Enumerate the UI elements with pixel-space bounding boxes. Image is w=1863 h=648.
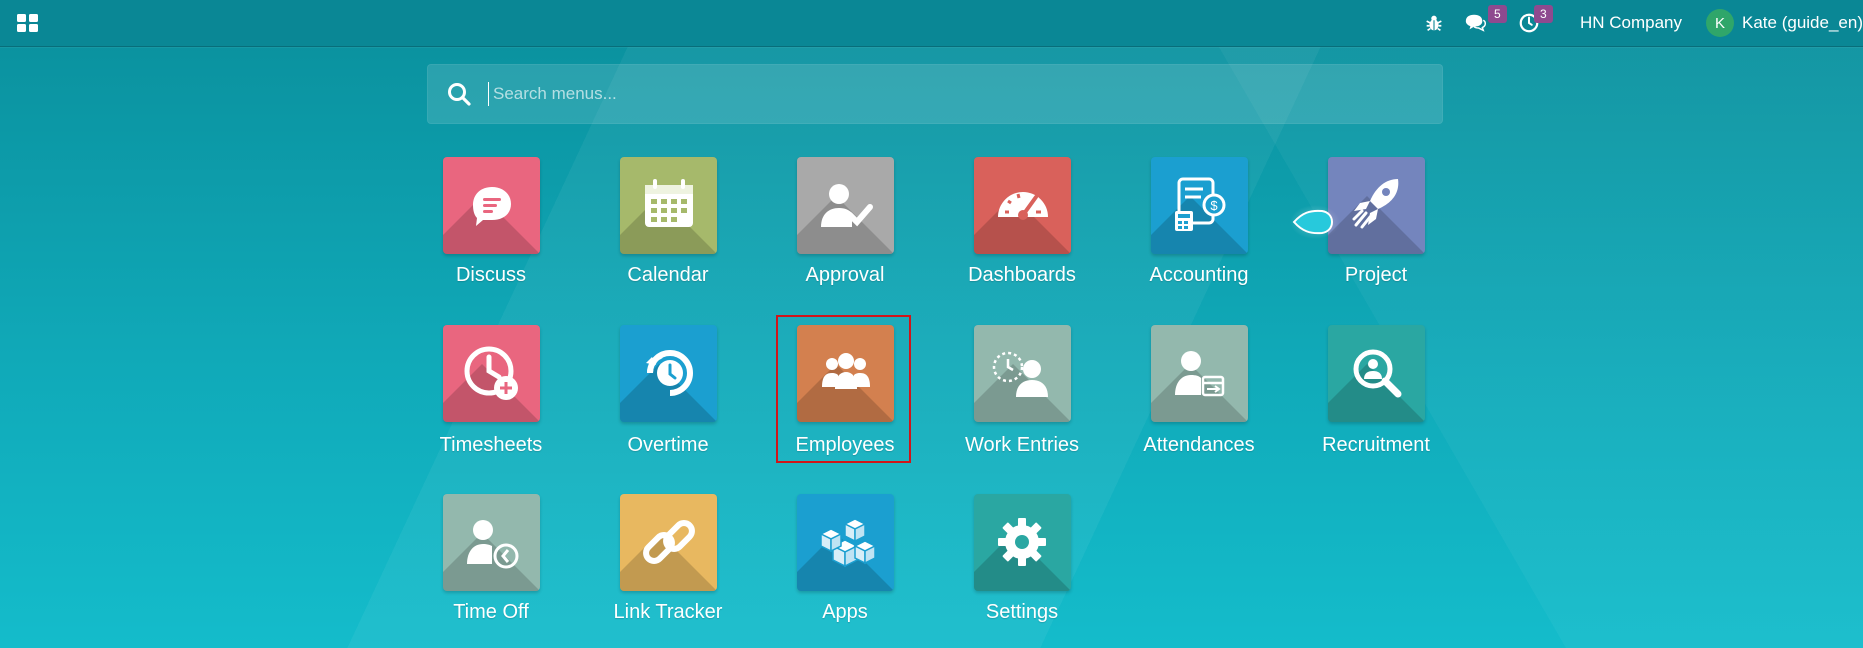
app-label: Settings [985, 601, 1059, 623]
search-input[interactable] [488, 82, 1418, 106]
app-label: Discuss [455, 264, 526, 286]
search-icon [448, 83, 471, 106]
user-clock-icon [992, 351, 1048, 397]
app-tile: $ [1151, 157, 1248, 254]
app-employees[interactable]: Employees [775, 325, 915, 465]
messages-button[interactable]: 5 [1458, 0, 1510, 46]
app-label: Attendances [1143, 434, 1255, 456]
app-label: Work Entries [964, 434, 1080, 456]
activities-count-badge: 3 [1533, 5, 1553, 23]
app-label: Approval [805, 264, 885, 286]
app-link-tracker[interactable]: Link Tracker [598, 494, 738, 634]
app-label: Timesheets [439, 434, 543, 456]
magnify-user-icon [1353, 349, 1402, 398]
rocket-icon [1352, 179, 1399, 229]
app-discuss[interactable]: Discuss [421, 157, 561, 297]
apps-menu-button[interactable] [16, 11, 40, 35]
app-tile [1151, 325, 1248, 422]
app-tile [797, 157, 894, 254]
app-calendar[interactable]: Calendar [598, 157, 738, 297]
search-bar [427, 64, 1443, 124]
app-apps[interactable]: Apps [775, 494, 915, 634]
svg-text:$: $ [1210, 198, 1218, 213]
app-tile [1328, 325, 1425, 422]
app-tile [974, 494, 1071, 591]
user-calendar-icon [1175, 351, 1225, 397]
app-label: Accounting [1149, 264, 1249, 286]
app-approval[interactable]: Approval [775, 157, 915, 297]
app-tile [797, 325, 894, 422]
app-label: Overtime [627, 434, 709, 456]
app-time-off[interactable]: Time Off [421, 494, 561, 634]
app-label: Dashboards [968, 264, 1076, 286]
top-navbar: 5 3 HN Company K Kate (guide_en) [0, 0, 1863, 47]
avatar: K [1706, 9, 1735, 37]
speedometer-icon [998, 192, 1048, 220]
app-attendances[interactable]: Attendances [1129, 325, 1269, 465]
app-tile [620, 325, 717, 422]
gear-icon [998, 518, 1046, 566]
cubes-icon [819, 518, 877, 568]
calendar-icon [645, 179, 693, 227]
app-timesheets[interactable]: Timesheets [421, 325, 561, 465]
app-tile [1328, 157, 1425, 254]
bug-icon [1426, 15, 1442, 32]
chat-icon [1465, 14, 1486, 32]
app-label: Time Off [453, 601, 529, 623]
app-tile [443, 157, 540, 254]
chat-bubble-icon [473, 187, 511, 226]
app-recruitment[interactable]: Recruitment [1306, 325, 1446, 465]
app-tile [974, 325, 1071, 422]
company-switcher[interactable]: HN Company [1568, 0, 1706, 46]
app-label: Link Tracker [613, 601, 723, 623]
app-overtime[interactable]: Overtime [598, 325, 738, 465]
app-accounting[interactable]: $ Accounting [1129, 157, 1269, 297]
systray: 5 3 HN Company K Kate (guide_en) [1410, 0, 1863, 46]
app-tile [620, 494, 717, 591]
app-tile [797, 494, 894, 591]
user-check-icon [821, 184, 873, 227]
link-icon [643, 520, 695, 564]
app-work-entries[interactable]: Work Entries [952, 325, 1092, 465]
activities-button[interactable]: 3 [1510, 0, 1568, 46]
app-label: Apps [822, 601, 868, 623]
grid-icon [17, 14, 38, 32]
app-tile [443, 494, 540, 591]
app-label: Recruitment [1322, 434, 1430, 456]
user-time-icon [467, 520, 519, 569]
debug-button[interactable] [1410, 0, 1458, 46]
clock-refresh-icon [646, 350, 693, 396]
app-dashboards[interactable]: Dashboards [952, 157, 1092, 297]
users-icon [822, 353, 870, 389]
app-label: Calendar [627, 264, 709, 286]
app-label: Project [1344, 264, 1408, 286]
user-name: Kate (guide_en) [1742, 13, 1863, 32]
app-settings[interactable]: Settings [952, 494, 1092, 634]
user-menu[interactable]: K Kate (guide_en) [1706, 0, 1863, 46]
messages-count-badge: 5 [1487, 5, 1507, 23]
clock-plus-icon [464, 346, 518, 400]
app-tile [620, 157, 717, 254]
invoice-calculator-icon: $ [1175, 177, 1226, 231]
app-label: Employees [795, 434, 895, 456]
app-tile [974, 157, 1071, 254]
app-tile [443, 325, 540, 422]
